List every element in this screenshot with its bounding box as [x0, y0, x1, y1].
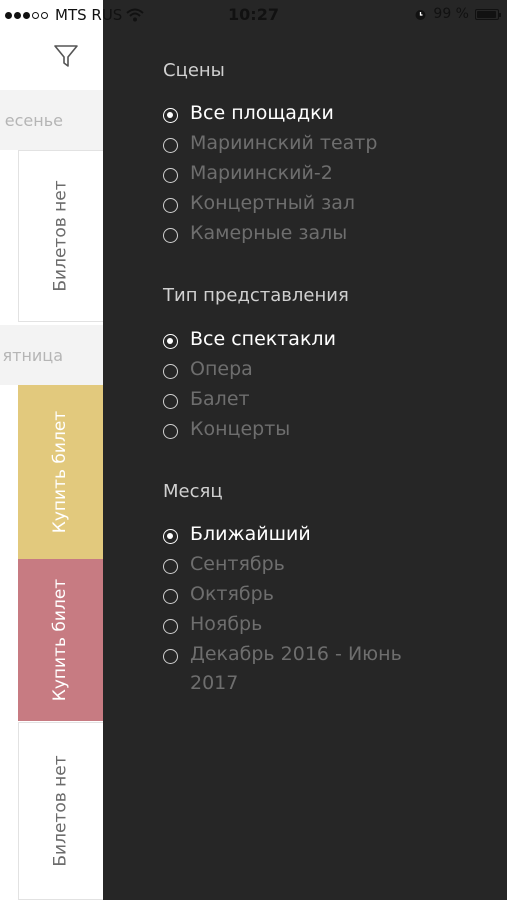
option-concerts[interactable]: Концерты	[163, 418, 290, 444]
day-header: ятница	[0, 325, 103, 385]
option-concert-hall[interactable]: Концертный зал	[163, 192, 355, 218]
radio-icon	[163, 394, 178, 409]
option-october[interactable]: Октябрь	[163, 583, 274, 609]
battery-icon	[475, 8, 501, 20]
radio-icon	[163, 334, 178, 349]
option-label: Октябрь	[190, 583, 274, 605]
no-tickets-label: Билетов нет	[51, 755, 71, 867]
option-label: Камерные залы	[190, 222, 348, 244]
radio-icon	[163, 168, 178, 183]
option-nearest[interactable]: Ближайший	[163, 523, 311, 549]
radio-icon	[163, 228, 178, 243]
option-label: Ближайший	[190, 523, 311, 545]
radio-icon	[163, 649, 178, 664]
option-label: Сентябрь	[190, 553, 285, 575]
day-header: есенье	[0, 90, 103, 150]
radio-icon	[163, 559, 178, 574]
radio-icon	[163, 529, 178, 544]
status-right: 99 %	[414, 6, 501, 22]
group-title-month: Месяц	[163, 481, 223, 502]
option-mariinsky-2[interactable]: Мариинский-2	[163, 162, 333, 188]
group-title-type: Тип представления	[163, 285, 349, 306]
schedule-list: есенье Билетов нет ятница Купить билет К…	[0, 0, 103, 900]
no-tickets-label: Билетов нет	[51, 180, 71, 292]
day-label: есенье	[4, 110, 63, 130]
radio-icon	[163, 424, 178, 439]
radio-icon	[163, 364, 178, 379]
battery-percent: 99 %	[433, 6, 469, 22]
radio-icon	[163, 619, 178, 634]
group-title-scenes: Сцены	[163, 60, 225, 81]
option-label: Опера	[190, 358, 253, 380]
radio-icon	[163, 198, 178, 213]
option-label: Балет	[190, 388, 250, 410]
option-label: Ноябрь	[190, 613, 263, 635]
option-label: Концертный зал	[190, 192, 355, 214]
buy-ticket-label: Купить билет	[50, 578, 71, 702]
option-label: Все спектакли	[190, 328, 336, 350]
filter-icon[interactable]	[52, 42, 80, 70]
option-dec-2016-jun-2017[interactable]: Декабрь 2016 - Июнь 2017	[163, 643, 420, 698]
radio-icon	[163, 138, 178, 153]
option-november[interactable]: Ноябрь	[163, 613, 262, 639]
option-chamber-halls[interactable]: Камерные залы	[163, 222, 347, 248]
radio-icon	[163, 108, 178, 123]
event-card[interactable]: Билетов нет	[18, 150, 103, 322]
option-september[interactable]: Сентябрь	[163, 553, 285, 579]
option-label: Мариинский театр	[190, 132, 378, 154]
buy-ticket-button[interactable]: Купить билет	[18, 385, 103, 559]
day-label: ятница	[2, 345, 64, 365]
option-opera[interactable]: Опера	[163, 358, 253, 384]
option-ballet[interactable]: Балет	[163, 388, 250, 414]
option-mariinsky-theatre[interactable]: Мариинский театр	[163, 132, 377, 158]
filter-panel: Сцены Все площадки Мариинский театр Мари…	[103, 0, 507, 900]
buy-ticket-label: Купить билет	[50, 410, 71, 534]
option-label: Концерты	[190, 418, 291, 440]
option-all-shows[interactable]: Все спектакли	[163, 328, 336, 354]
option-label: Все площадки	[190, 102, 334, 124]
radio-icon	[163, 589, 178, 604]
event-card[interactable]: Билетов нет	[18, 722, 103, 900]
option-label: Мариинский-2	[190, 162, 333, 184]
alarm-icon	[415, 9, 426, 20]
option-all-venues[interactable]: Все площадки	[163, 102, 334, 128]
status-bar: MTS RUS 10:27 99 %	[0, 0, 507, 30]
option-label: Декабрь 2016 - Июнь 2017	[190, 643, 402, 694]
buy-ticket-button[interactable]: Купить билет	[18, 559, 103, 721]
